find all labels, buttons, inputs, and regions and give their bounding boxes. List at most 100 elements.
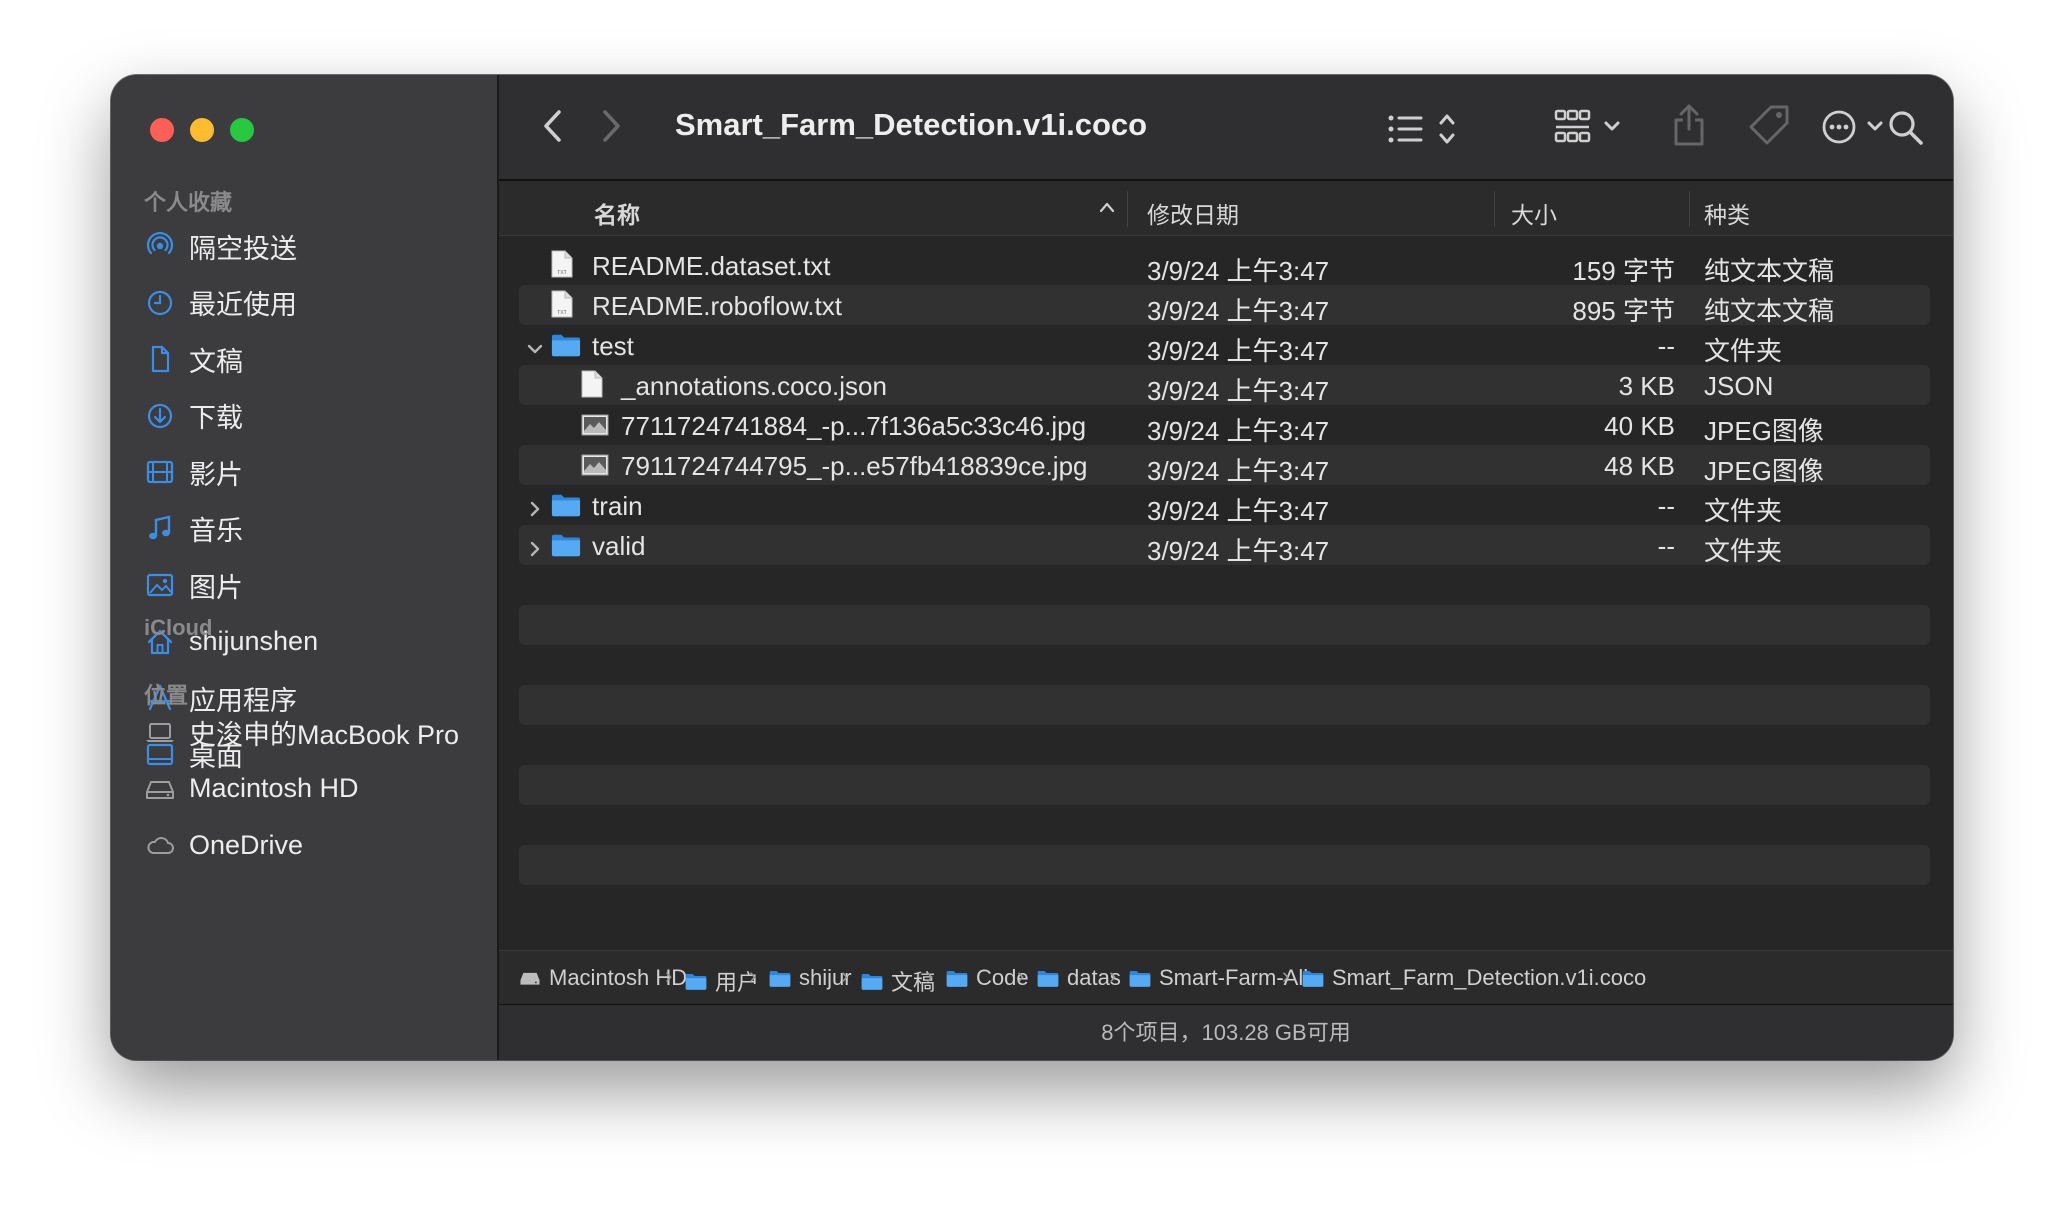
back-button[interactable] [537, 107, 567, 145]
empty-row [519, 565, 1930, 605]
view-as-list-button[interactable] [1387, 111, 1461, 147]
close-button[interactable] [150, 118, 174, 142]
file-name: README.dataset.txt [592, 251, 831, 281]
column-divider[interactable] [1494, 191, 1495, 227]
ellipsis-circle-icon [1822, 110, 1883, 144]
finder-window: 个人收藏 隔空投送 最近使用 文稿 下载 影片 音乐 图片 shijunshen 应用程序 桌面 … [111, 75, 1953, 1060]
file-kind: 文件夹 [1704, 536, 1783, 566]
tag-icon [1749, 105, 1789, 145]
airdrop-icon [145, 231, 175, 261]
file-row[interactable]: TXT README.roboflow.txt 3/9/24 上午3:47 895 字… [519, 285, 1930, 326]
file-date: 3/9/24 上午3:47 [1147, 416, 1330, 446]
file-row[interactable]: TXT README.dataset.txt 3/9/24 上午3:47 159 字节… [519, 245, 1930, 286]
tags-button[interactable] [1747, 103, 1791, 147]
file-kind: 纯文本文稿 [1704, 256, 1835, 286]
chevron-right-icon: › [1282, 963, 1290, 988]
search-button[interactable] [1886, 108, 1926, 148]
sidebar-item-label: 下载 [189, 403, 243, 433]
disk-icon [519, 967, 541, 989]
chevron-right-icon: › [841, 963, 849, 988]
sidebar-item[interactable]: 下载 [145, 396, 243, 436]
svg-text:TXT: TXT [557, 310, 566, 316]
sidebar-item[interactable]: 最近使用 [145, 283, 297, 323]
chevron-right-icon[interactable] [525, 535, 545, 557]
zoom-button[interactable] [230, 118, 254, 142]
folder-icon [551, 492, 581, 525]
forward-button[interactable] [597, 107, 627, 145]
empty-row [519, 845, 1930, 885]
share-button[interactable] [1671, 103, 1707, 147]
file-row[interactable]: 7711724741884_-p...7f136a5c33c46.jpg 3/9/… [519, 405, 1930, 446]
folder-icon [551, 332, 581, 365]
file-row[interactable]: 7911724744795_-p...e57fb418839ce.jpg 3/9/… [519, 445, 1930, 486]
sidebar-item-label: 最近使用 [189, 290, 297, 320]
file-name: test [592, 331, 634, 361]
status-bar: 8个项目，103.28 GB可用 [499, 1005, 1953, 1060]
sidebar-item[interactable]: 隔空投送 [145, 226, 297, 266]
sidebar-item[interactable]: 影片 [145, 452, 243, 492]
path-crumb[interactable]: 文稿 [861, 965, 935, 997]
sidebar-item[interactable]: Macintosh HD [145, 769, 359, 809]
chevron-right-icon: › [749, 963, 757, 988]
minimize-button[interactable] [190, 118, 214, 142]
column-size[interactable]: 大小 [1511, 196, 1557, 230]
file-kind: 纯文本文稿 [1704, 296, 1835, 326]
folder-row[interactable]: valid 3/9/24 上午3:47 -- 文件夹 [519, 525, 1930, 566]
file-size: 48 KB [1604, 451, 1675, 481]
sidebar-item[interactable]: 史浚申的MacBook Pro [145, 712, 459, 752]
sidebar-section-locations: 位置 [144, 683, 189, 708]
window-title: Smart_Farm_Detection.v1i.coco [675, 107, 1148, 142]
sidebar-item-label: 史浚申的MacBook Pro [189, 719, 460, 750]
column-kind[interactable]: 种类 [1704, 196, 1750, 230]
sidebar-item-label: 影片 [189, 459, 243, 490]
file-name: 7911724744795_-p...e57fb418839ce.jpg [621, 451, 1088, 481]
file-date: 3/9/24 上午3:47 [1147, 456, 1330, 486]
folder-row[interactable]: train 3/9/24 上午3:47 -- 文件夹 [519, 485, 1930, 526]
status-text: 8个项目，103.28 GB可用 [1101, 1020, 1351, 1045]
text-document-icon: TXT [551, 250, 573, 285]
film-icon [145, 457, 175, 487]
folder-icon [1037, 969, 1059, 988]
path-crumb[interactable]: shijur [769, 965, 852, 991]
sidebar-item[interactable]: OneDrive [145, 825, 303, 865]
path-bar: Macintosh HD › 用户 › shijur › 文稿 › Code › datas › Sma… [499, 950, 1953, 1005]
sidebar-item-label: 图片 [189, 572, 243, 603]
column-divider[interactable] [1689, 191, 1690, 227]
cloud-icon [145, 830, 175, 860]
svg-text:TXT: TXT [557, 270, 566, 276]
file-list: TXT README.dataset.txt 3/9/24 上午3:47 159 字节… [519, 245, 1930, 925]
column-name[interactable]: 名称 [594, 196, 640, 230]
column-divider[interactable] [1127, 191, 1128, 227]
sidebar-section-icloud[interactable]: iCloud [144, 615, 212, 641]
sidebar-item[interactable]: 音乐 [145, 509, 243, 549]
path-crumb[interactable]: 用户 [685, 965, 759, 997]
path-crumb[interactable]: Smart_Farm_Detection.v1i.coco [1302, 965, 1646, 991]
file-date: 3/9/24 上午3:47 [1147, 336, 1330, 366]
file-date: 3/9/24 上午3:47 [1147, 496, 1330, 526]
document-icon [145, 344, 175, 374]
file-name: valid [592, 531, 646, 561]
file-size: 40 KB [1604, 411, 1675, 441]
file-name: 7711724741884_-p...7f136a5c33c46.jpg [621, 411, 1087, 441]
sidebar-item[interactable]: 图片 [145, 565, 243, 605]
column-header: 名称 修改日期 大小 种类 [499, 181, 1953, 236]
column-date[interactable]: 修改日期 [1147, 196, 1239, 230]
folder-icon [1129, 969, 1151, 988]
clock-icon [145, 288, 175, 318]
disk-icon [145, 774, 175, 804]
window-controls [150, 118, 254, 142]
empty-row [519, 645, 1930, 685]
chevron-right-icon[interactable] [525, 495, 545, 517]
file-kind: JSON [1704, 371, 1774, 401]
chevron-down-icon[interactable] [525, 335, 545, 355]
document-icon [581, 370, 603, 405]
more-actions-button[interactable] [1821, 107, 1891, 147]
file-name: _annotations.coco.json [621, 371, 887, 401]
file-row[interactable]: _annotations.coco.json 3/9/24 上午3:47 3 KB J… [519, 365, 1930, 406]
sidebar-item[interactable]: 文稿 [145, 339, 243, 379]
sidebar-item-label: Macintosh HD [189, 773, 359, 803]
path-crumb[interactable]: Macintosh HD [519, 965, 687, 991]
folder-row[interactable]: test 3/9/24 上午3:47 -- 文件夹 [519, 325, 1930, 366]
sidebar-section-favorites: 个人收藏 [144, 190, 233, 215]
group-button[interactable] [1554, 107, 1626, 147]
